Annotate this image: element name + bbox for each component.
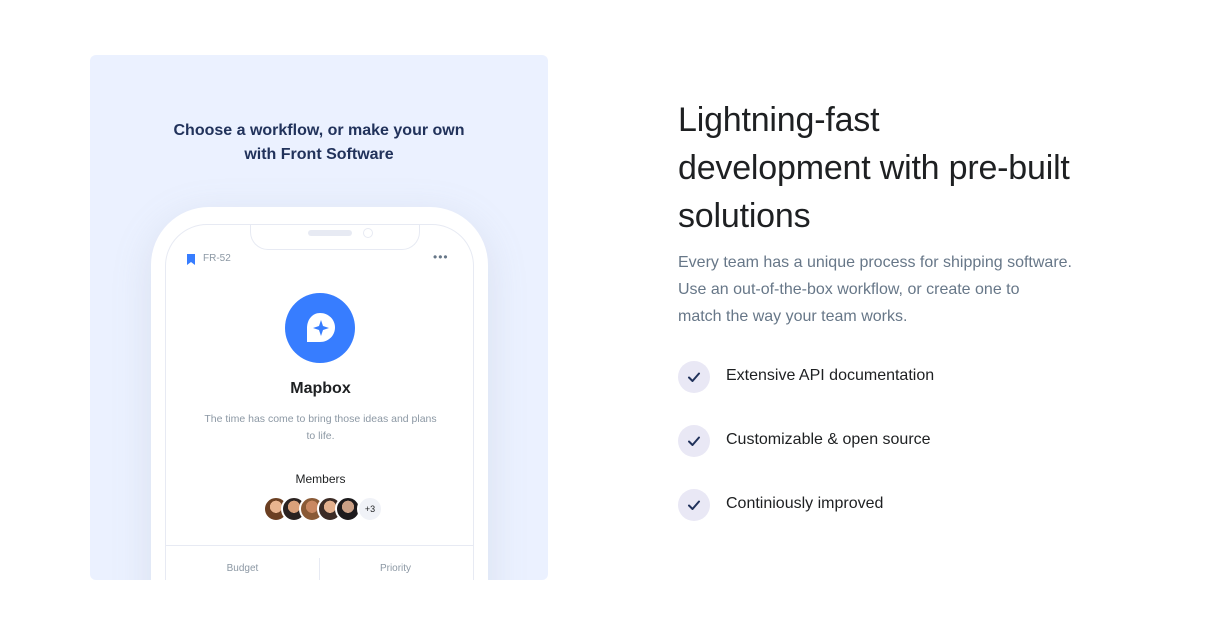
phone-mockup: FR-52 ••• Mapbox The time has come to br…	[151, 207, 488, 580]
lead-line-3: match the way your team works.	[678, 308, 908, 325]
feature-label: Customizable & open source	[726, 431, 931, 448]
lead-line-1: Every team has a unique process for ship…	[678, 254, 1072, 271]
feature-item: Customizable & open source	[678, 425, 1038, 457]
check-icon	[678, 425, 710, 457]
workflow-showcase-panel: Choose a workflow, or make your own with…	[90, 55, 548, 580]
phone-screen: FR-52 ••• Mapbox The time has come to br…	[165, 224, 474, 580]
issue-id: FR-52	[203, 253, 231, 264]
budget-label: Budget	[226, 563, 259, 574]
section-lead: Every team has a unique process for ship…	[678, 249, 1138, 330]
card-divider	[166, 545, 473, 546]
phone-camera	[363, 228, 373, 238]
member-avatars[interactable]: +3	[263, 496, 383, 524]
panel-title-line-1: Choose a workflow, or make your own	[173, 122, 465, 139]
priority-label: Priority	[379, 563, 412, 574]
headline-line-2: development with pre-built	[678, 149, 1070, 187]
feature-label: Extensive API documentation	[726, 367, 935, 384]
headline-line-3: solutions	[678, 197, 811, 235]
panel-title-line-2: with Front Software	[244, 146, 394, 163]
members-label: Members	[295, 472, 346, 486]
panel-title: Choose a workflow, or make your own with…	[90, 119, 548, 167]
chat-sparkle-icon	[307, 313, 335, 342]
app-description: The time has come to bring those ideas a…	[204, 413, 437, 442]
check-icon	[678, 361, 710, 393]
phone-notch	[250, 225, 420, 250]
headline-line-1: Lightning-fast	[678, 101, 880, 139]
phone-speaker	[308, 230, 352, 236]
section-headline: Lightning-fast development with pre-buil…	[678, 96, 1148, 240]
check-icon	[678, 489, 710, 521]
feature-item: Continiously improved	[678, 489, 1038, 521]
lead-line-2: Use an out-of-the-box workflow, or creat…	[678, 281, 1020, 298]
more-horizontal-icon[interactable]: •••	[433, 250, 449, 264]
app-name: Mapbox	[290, 380, 351, 397]
app-logo	[285, 293, 355, 363]
members-more-badge[interactable]: +3	[357, 496, 383, 522]
feature-item: Extensive API documentation	[678, 361, 1038, 393]
bookmark-icon	[187, 254, 195, 265]
feature-label: Continiously improved	[726, 495, 884, 512]
